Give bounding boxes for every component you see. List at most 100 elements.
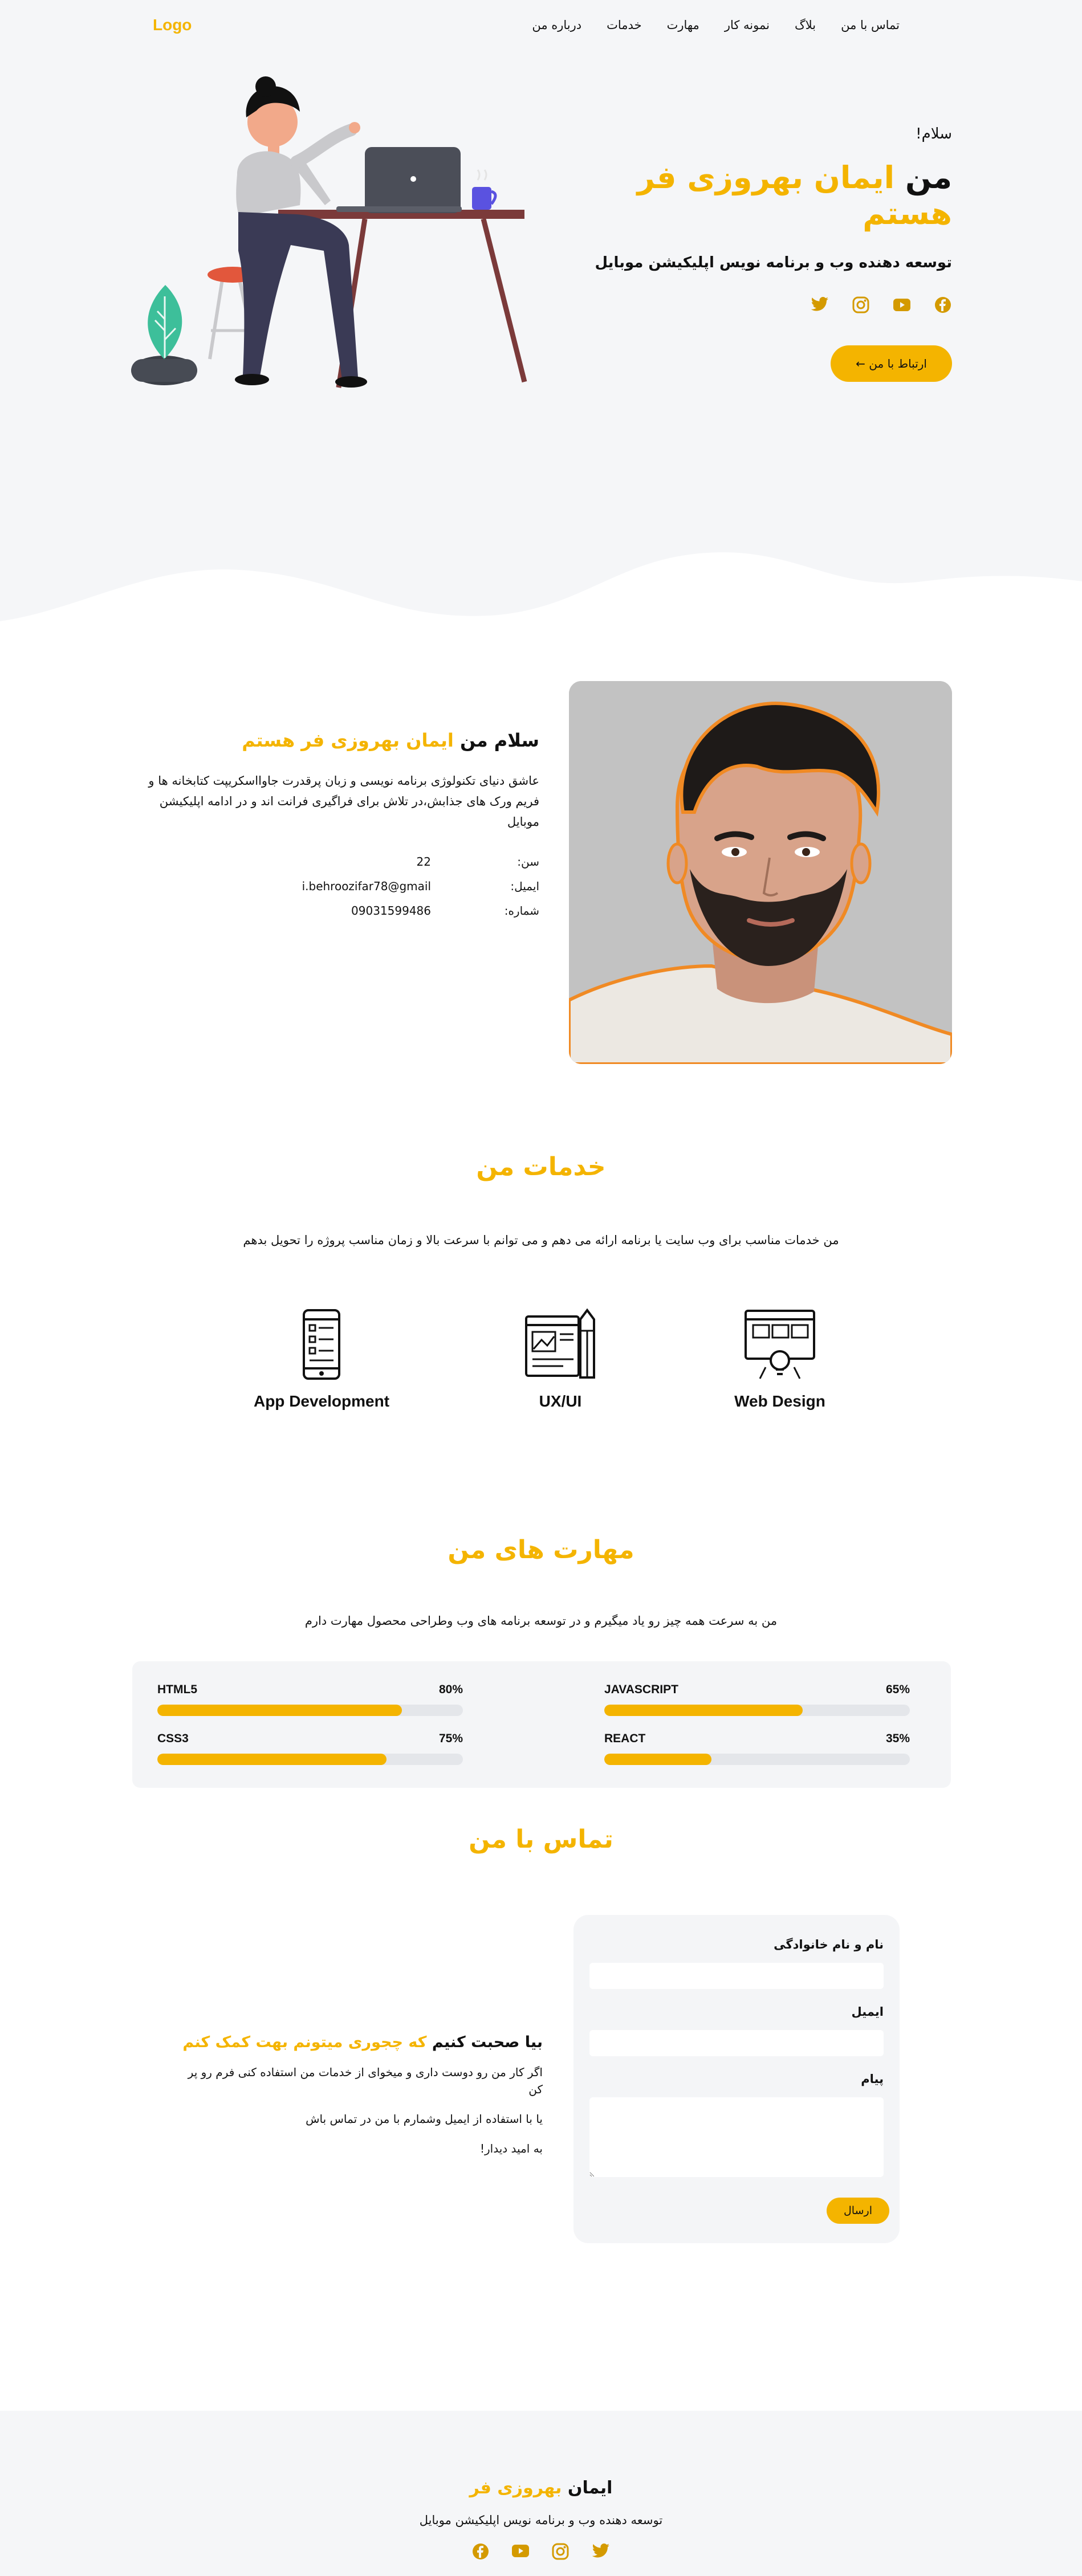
skill-percent: 80% (438, 1683, 463, 1696)
info-row-age: سن: 22 (143, 855, 539, 879)
contact-side-title-prefix: بیا صحبت کنیم (426, 2033, 543, 2051)
skill-name: HTML5 (157, 1683, 197, 1696)
footer-title-prefix: ایمان (562, 2478, 613, 2498)
skill-react: REACT 35% (604, 1732, 910, 1765)
skill-percent: 75% (438, 1732, 463, 1745)
info-label: سن: (517, 855, 539, 869)
email-field[interactable] (589, 2030, 884, 2056)
footer-title-highlight: بهروزی فر (469, 2478, 562, 2498)
skill-bar-fill (604, 1754, 711, 1765)
skill-percent: 35% (885, 1732, 910, 1745)
hero-title: من ایمان بهروزی فر هستم (553, 160, 952, 231)
hero-text: سلام! من ایمان بهروزی فر هستم توسعه دهند… (553, 125, 952, 382)
service-app-development: App Development (230, 1308, 413, 1411)
instagram-icon[interactable] (552, 2543, 569, 2564)
info-value: 22 (416, 855, 431, 869)
skill-bar (604, 1705, 910, 1716)
nav-link-about[interactable]: درباره من (532, 18, 581, 32)
web-design-icon (745, 1310, 815, 1379)
message-label: پیام (861, 2072, 884, 2086)
skill-name: CSS3 (157, 1732, 189, 1745)
hero-social-links (553, 296, 952, 318)
nav-link-portfolio[interactable]: نمونه کار (725, 18, 770, 32)
skill-bar (604, 1754, 910, 1765)
services-title: خدمات من (476, 1152, 606, 1181)
about-title-name: ایمان بهروزی فر هستم (242, 729, 454, 751)
services-section: خدمات من من خدمات مناسب برای وب سایت یا … (0, 1111, 1082, 1487)
name-field[interactable] (589, 1963, 884, 1989)
service-name: UX/UI (539, 1392, 582, 1410)
youtube-icon[interactable] (893, 296, 911, 318)
hero-subtitle: توسعه دهنده وب و برنامه نویس اپلیکیشن مو… (595, 254, 952, 271)
skill-bar-fill (157, 1705, 402, 1716)
instagram-icon[interactable] (852, 296, 870, 318)
info-value: i.behroozifar78@gmail (302, 879, 431, 893)
logo[interactable]: Logo (153, 16, 192, 34)
hero-section: سلام! من ایمان بهروزی فر هستم توسعه دهند… (0, 51, 1082, 638)
nav-link-contact[interactable]: تماس با من (841, 18, 900, 32)
facebook-icon[interactable] (934, 296, 952, 318)
hero-illustration (131, 76, 527, 388)
about-title: سلام من ایمان بهروزی فر هستم (143, 729, 539, 751)
skill-bar-fill (157, 1754, 387, 1765)
skill-percent: 65% (885, 1683, 910, 1696)
skill-bar (157, 1705, 463, 1716)
skills-section: مهارت های من من به سرعت همه چیز رو یاد م… (0, 1487, 1082, 1818)
service-name: Web Design (734, 1392, 825, 1410)
about-text: سلام من ایمان بهروزی فر هستم عاشق دنیای … (143, 729, 539, 928)
email-label: ایمیل (851, 2005, 884, 2019)
send-button[interactable]: ارسال (827, 2198, 889, 2224)
footer-title: ایمان بهروزی فر (0, 2478, 1082, 2498)
skill-name: REACT (604, 1732, 646, 1745)
info-value: 09031599486 (351, 904, 431, 918)
footer-subtitle: توسعه دهنده وب و برنامه نویس اپلیکیشن مو… (419, 2513, 663, 2527)
service-ux-ui: UX/UI (469, 1308, 652, 1411)
skill-javascript: JAVASCRIPT 65% (604, 1683, 910, 1716)
facebook-icon[interactable] (472, 2543, 489, 2564)
mobile-app-icon (303, 1309, 340, 1380)
skills-title: مهارت های من (448, 1535, 634, 1564)
ux-ui-icon (525, 1308, 595, 1379)
nav-link-blog[interactable]: بلاگ (795, 18, 816, 32)
personal-info: سن: 22 ایمیل: i.behroozifar78@gmail شمار… (143, 855, 539, 928)
footer-social-links (0, 2543, 1082, 2564)
twitter-icon[interactable] (811, 296, 829, 318)
about-description: عاشق دنیای تکنولوژی برنامه نویسی و زبان … (148, 774, 539, 829)
youtube-icon[interactable] (512, 2543, 529, 2564)
top-navbar: Logo درباره من خدمات مهارت نمونه کار بلا… (0, 0, 1082, 51)
contact-me-button[interactable]: ارتباط با من ← (831, 345, 952, 382)
skill-name: JAVASCRIPT (604, 1683, 678, 1696)
contact-line: یا با استفاده از ایمیل وشمارم با من در ت… (306, 2112, 543, 2126)
contact-line: اگر کار من رو دوست داری و میخوای از خدما… (188, 2065, 543, 2096)
service-web-design: Web Design (689, 1308, 871, 1411)
info-label: ایمیل: (510, 879, 539, 893)
skill-bar (157, 1754, 463, 1765)
nav-links: درباره من خدمات مهارت نمونه کار بلاگ تما… (532, 18, 900, 32)
info-row-phone: شماره: 09031599486 (143, 904, 539, 928)
hero-greeting: سلام! (916, 125, 952, 142)
skill-html5: HTML5 80% (157, 1683, 463, 1716)
nav-link-services[interactable]: خدمات (607, 18, 641, 32)
contact-form: نام و نام خانوادگی ایمیل پیام ارسال (573, 1915, 900, 2243)
contact-side-title-highlight: که چجوری میتونم بهت کمک کنم (182, 2033, 427, 2051)
skill-css3: CSS3 75% (157, 1732, 463, 1765)
footer: ایمان بهروزی فر توسعه دهنده وب و برنامه … (0, 2411, 1082, 2576)
twitter-icon[interactable] (592, 2543, 610, 2564)
profile-portrait (569, 681, 952, 1064)
profile-photo (569, 681, 952, 1064)
service-name: App Development (253, 1392, 390, 1410)
info-label: شماره: (504, 904, 539, 918)
skill-bar-fill (604, 1705, 803, 1716)
services-description: من خدمات مناسب برای وب سایت یا برنامه ار… (243, 1233, 839, 1247)
contact-title: تماس با من (469, 1825, 613, 1854)
info-row-email: ایمیل: i.behroozifar78@gmail (143, 879, 539, 904)
wave-divider (0, 552, 1082, 638)
message-field[interactable] (589, 2097, 884, 2177)
skills-panel: HTML5 80% JAVASCRIPT 65% CSS3 75% REACT 35% (132, 1661, 951, 1788)
nav-link-skills[interactable]: مهارت (667, 18, 699, 32)
contact-section: تماس با من نام و نام خانوادگی ایمیل پیام… (0, 1795, 1082, 2411)
name-label: نام و نام خانوادگی (774, 1938, 884, 1951)
contact-text: بیا صحبت کنیم که چجوری میتونم بهت کمک کن… (171, 2033, 543, 2157)
about-section: سلام من ایمان بهروزی فر هستم عاشق دنیای … (0, 638, 1082, 1111)
contact-side-title: بیا صحبت کنیم که چجوری میتونم بهت کمک کن… (171, 2033, 543, 2051)
